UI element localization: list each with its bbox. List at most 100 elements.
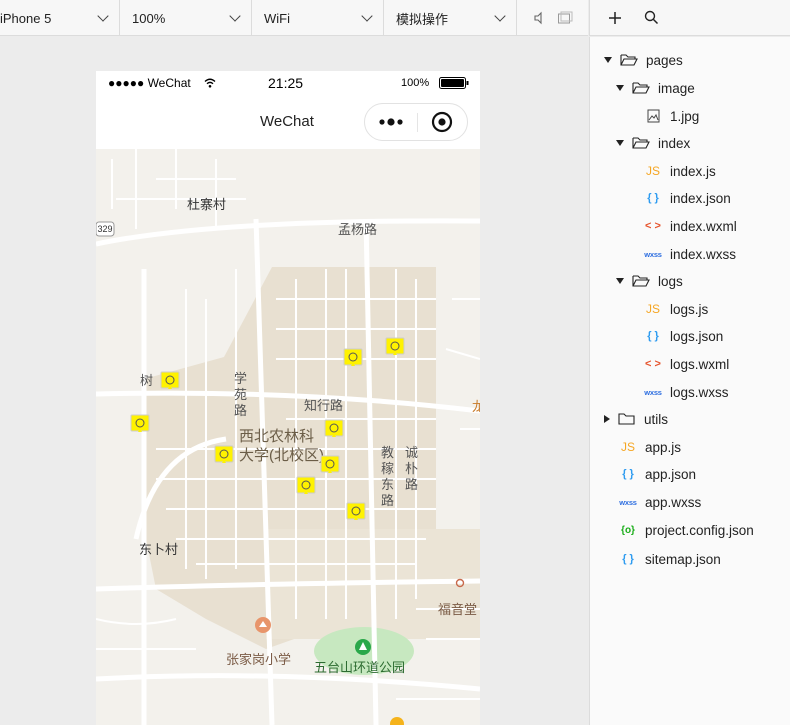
- folder-open-icon: [632, 137, 650, 149]
- mode-select[interactable]: 模拟操作: [384, 0, 517, 36]
- road-label-mengyang: 孟杨路: [338, 222, 378, 237]
- tree-label: 1.jpg: [670, 108, 700, 124]
- road-label-zhixing: 知行路: [304, 398, 344, 413]
- map-view[interactable]: 329 杜寨村 孟杨路 树 学 苑 路 知行路 西北农林科 大学(北校区) 教 …: [96, 149, 480, 725]
- capsule-menu: [364, 103, 468, 141]
- file-tree: pages image 1.jpg index JS index.js { } …: [589, 37, 790, 725]
- wxss-file-icon: wxss: [644, 249, 662, 259]
- map-marker-icon[interactable]: [346, 502, 366, 522]
- place-label-zhangjiagang: 张家岗小学: [226, 652, 292, 667]
- tree-label: index.wxss: [670, 246, 737, 262]
- tree-folder-logs[interactable]: logs: [616, 270, 683, 292]
- map-marker-icon[interactable]: [160, 371, 180, 391]
- close-miniprogram-icon[interactable]: [431, 111, 453, 133]
- map-marker-icon[interactable]: [324, 419, 344, 439]
- json-file-icon: { }: [647, 192, 659, 204]
- device-select[interactable]: iPhone 5: [0, 0, 120, 36]
- caret-right-icon: [604, 415, 610, 423]
- wxss-file-icon: wxss: [644, 387, 662, 397]
- json-file-icon: { }: [622, 553, 634, 565]
- tree-file-index-js[interactable]: JS index.js: [644, 160, 716, 182]
- more-dots-icon[interactable]: [377, 117, 407, 127]
- tree-folder-pages[interactable]: pages: [604, 49, 683, 71]
- js-file-icon: JS: [645, 302, 660, 316]
- tree-file-app-js[interactable]: JS app.js: [619, 436, 681, 458]
- map-marker-icon[interactable]: [343, 348, 363, 368]
- campus-label-line1: 西北农林科: [239, 428, 315, 445]
- battery-icon: [439, 77, 469, 89]
- explorer-toolbar: [589, 0, 790, 36]
- tree-label: utils: [644, 411, 669, 427]
- map-marker-icon[interactable]: [385, 337, 405, 357]
- search-icon[interactable]: [644, 10, 659, 25]
- chevron-down-icon: [494, 10, 506, 22]
- plus-icon[interactable]: [608, 11, 622, 25]
- map-marker-icon[interactable]: [296, 476, 316, 496]
- chevron-down-icon: [229, 10, 241, 22]
- tree-file-app-wxss[interactable]: wxss app.wxss: [619, 491, 701, 513]
- network-select[interactable]: WiFi: [252, 0, 384, 36]
- speaker-icon[interactable]: [533, 11, 545, 25]
- tree-file-index-json[interactable]: { } index.json: [644, 187, 731, 209]
- map-marker-icon[interactable]: [214, 445, 234, 465]
- wifi-icon: [204, 78, 216, 88]
- tree-label: index.wxml: [670, 218, 737, 234]
- clock-text: 21:25: [268, 75, 304, 91]
- tree-label: project.config.json: [645, 522, 754, 538]
- tree-label: index: [658, 135, 691, 151]
- poi-bottom-icon: [390, 717, 404, 725]
- road-label-jiaojia: 教 稼 东 路: [381, 445, 395, 508]
- tree-file-logs-wxml[interactable]: < > logs.wxml: [644, 353, 729, 375]
- wxml-file-icon: < >: [645, 220, 661, 232]
- place-label-edge: 龙: [472, 399, 480, 414]
- tree-folder-index[interactable]: index: [616, 132, 690, 154]
- caret-down-icon: [616, 85, 624, 91]
- json-file-icon: { }: [622, 468, 634, 480]
- navigation-bar: WeChat: [96, 95, 480, 149]
- tree-file-logs-js[interactable]: JS logs.js: [644, 298, 708, 320]
- tree-file-logs-json[interactable]: { } logs.json: [644, 325, 723, 347]
- image-file-icon: [647, 109, 660, 123]
- simulator-toolbar: iPhone 5 100% WiFi 模拟操作: [0, 0, 588, 36]
- campus-label-line2: 大学(北校区): [239, 447, 324, 464]
- zoom-select[interactable]: 100%: [120, 0, 252, 36]
- folder-open-icon: [632, 82, 650, 94]
- tree-file-index-wxml[interactable]: < > index.wxml: [644, 215, 737, 237]
- place-label-fuyin: 福音堂: [438, 602, 478, 617]
- place-label-shu: 树: [140, 373, 154, 388]
- tree-label: sitemap.json: [645, 551, 721, 567]
- tree-file-index-wxss[interactable]: wxss index.wxss: [644, 243, 736, 265]
- tree-label: app.js: [645, 439, 682, 455]
- place-label-duzhai: 杜寨村: [187, 197, 227, 212]
- tree-folder-image[interactable]: image: [616, 77, 695, 99]
- window-icon[interactable]: [557, 11, 573, 25]
- tree-label: app.json: [645, 466, 697, 482]
- zoom-select-value: 100%: [132, 10, 166, 26]
- tree-file-1jpg[interactable]: 1.jpg: [644, 105, 699, 127]
- road-number: 329: [97, 224, 113, 234]
- folder-icon: [618, 413, 635, 425]
- tree-label: logs.json: [670, 328, 724, 344]
- phone-simulator: ●●●●● WeChat 21:25 100% WeChat 329 杜寨村 孟…: [96, 71, 480, 725]
- map-marker-icon[interactable]: [320, 455, 340, 475]
- caret-down-icon: [616, 278, 624, 284]
- tree-file-app-json[interactable]: { } app.json: [619, 463, 696, 485]
- caret-down-icon: [604, 57, 612, 63]
- battery-text: 100%: [401, 77, 430, 89]
- chevron-down-icon: [97, 10, 109, 22]
- map-marker-icon[interactable]: [130, 414, 150, 434]
- wxss-file-icon: wxss: [619, 497, 637, 507]
- tree-label: image: [658, 80, 695, 96]
- tree-file-project-config[interactable]: {o} project.config.json: [619, 519, 754, 541]
- tree-folder-utils[interactable]: utils: [604, 408, 668, 430]
- tree-label: logs.wxml: [670, 356, 730, 372]
- tree-label: pages: [646, 52, 683, 68]
- tree-file-sitemap[interactable]: { } sitemap.json: [619, 548, 721, 570]
- device-select-value: iPhone 5: [0, 10, 52, 26]
- json-file-icon: { }: [647, 330, 659, 342]
- tree-label: app.wxss: [645, 494, 702, 510]
- carrier-text: ●●●●● WeChat: [108, 76, 191, 90]
- road-label-xueyuan: 学 苑 路: [234, 371, 248, 418]
- tree-file-logs-wxss[interactable]: wxss logs.wxss: [644, 381, 728, 403]
- folder-open-icon: [620, 54, 638, 66]
